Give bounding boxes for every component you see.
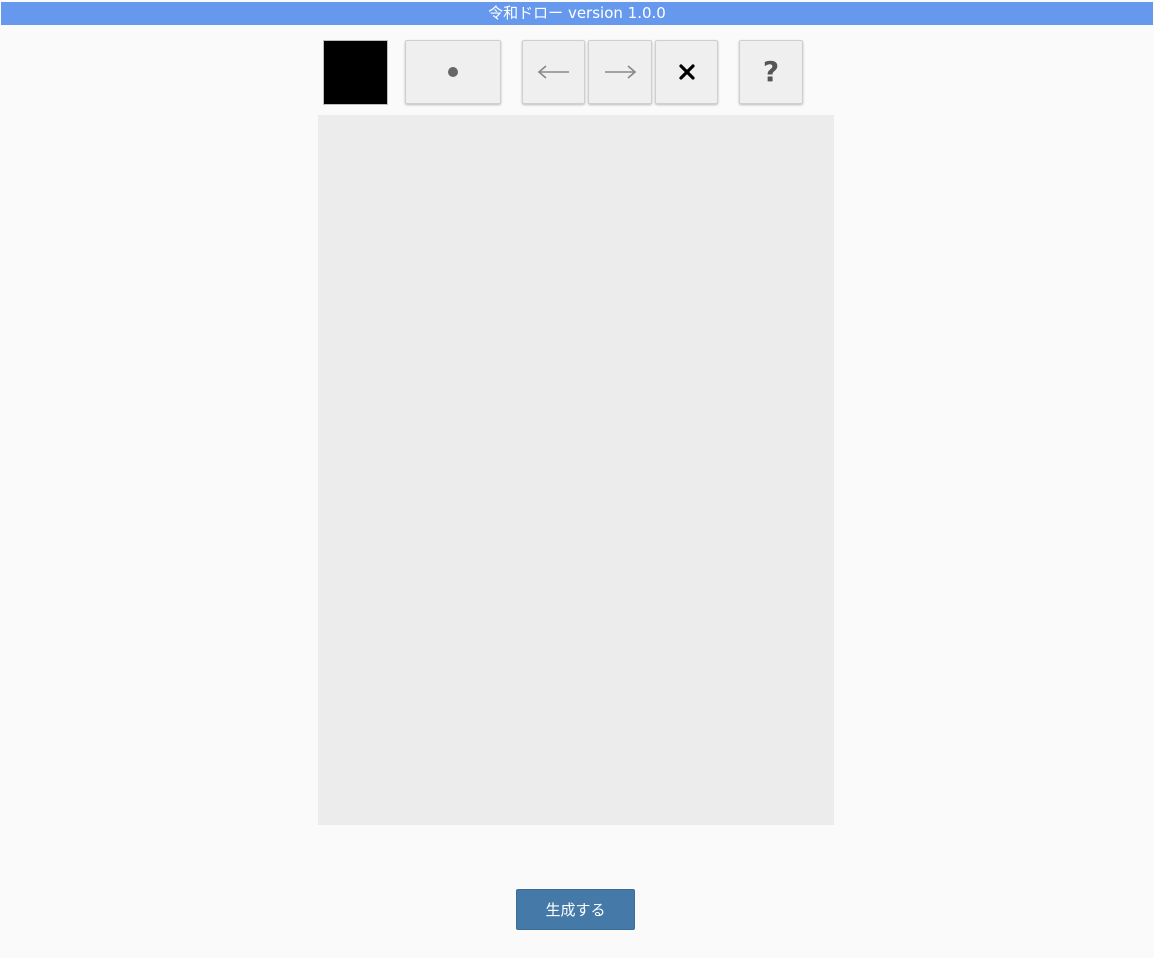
app-title-bar: 令和ドロー version 1.0.0 [1, 2, 1153, 25]
brush-size-button[interactable] [405, 40, 501, 104]
dot-icon [448, 67, 458, 77]
close-icon [678, 64, 695, 80]
drawing-canvas[interactable] [318, 115, 834, 825]
arrow-right-icon [605, 65, 637, 79]
question-icon: ? [762, 55, 780, 88]
help-button[interactable]: ? [739, 40, 803, 104]
redo-button[interactable] [588, 40, 652, 104]
clear-button[interactable] [655, 40, 718, 104]
app-title: 令和ドロー version 1.0.0 [488, 4, 666, 22]
arrow-left-icon [537, 65, 569, 79]
generate-button[interactable]: 生成する [516, 889, 635, 930]
undo-button[interactable] [522, 40, 585, 104]
color-picker-swatch[interactable] [323, 40, 388, 105]
